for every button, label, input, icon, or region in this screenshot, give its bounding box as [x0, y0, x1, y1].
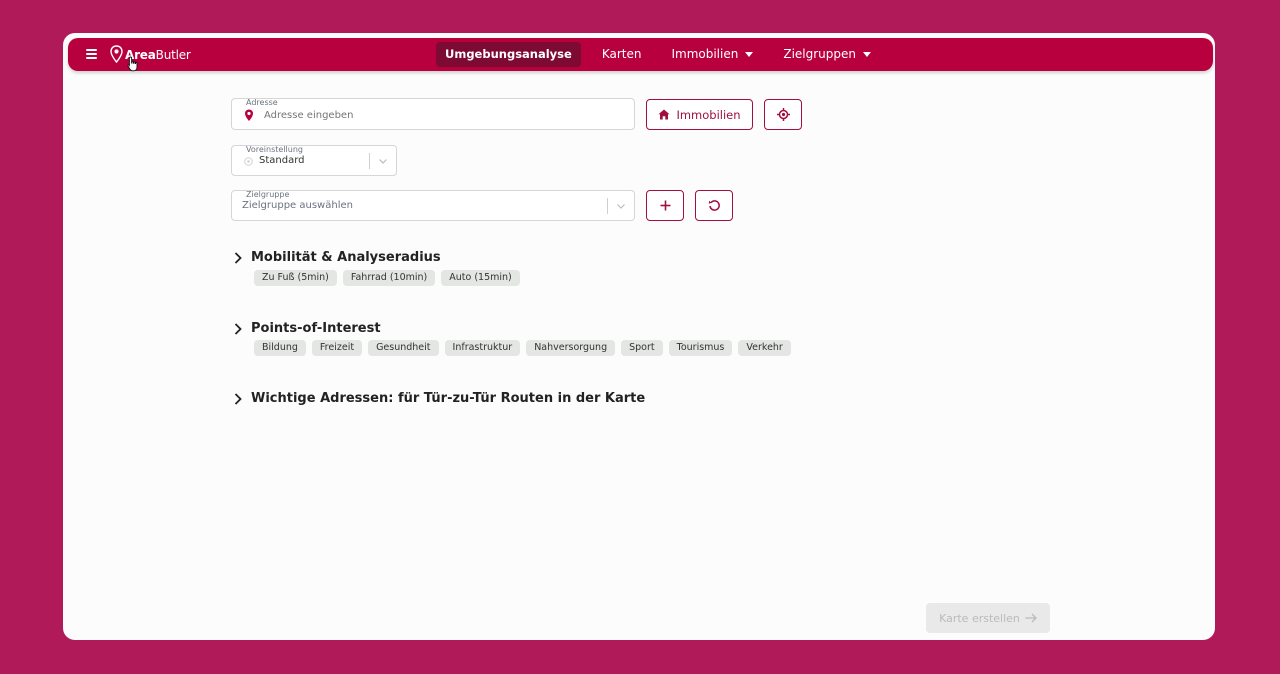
chevron-down-icon	[379, 159, 387, 164]
addresses-section-toggle[interactable]: Wichtige Adressen: für Tür-zu-Tür Routen…	[234, 391, 645, 406]
addresses-section-title: Wichtige Adressen: für Tür-zu-Tür Routen…	[251, 391, 646, 406]
chevron-right-icon	[234, 392, 242, 405]
menu-icon[interactable]	[86, 49, 97, 59]
chip-walk[interactable]: Zu Fuß (5min)	[254, 270, 337, 286]
chip-bildung[interactable]: Bildung	[254, 340, 306, 356]
chevron-right-icon	[234, 322, 242, 335]
select-separator	[369, 153, 370, 169]
target-group-placeholder: Zielgruppe auswählen	[242, 200, 353, 211]
chip-bike[interactable]: Fahrrad (10min)	[342, 270, 436, 286]
chip-gesundheit[interactable]: Gesundheit	[368, 340, 439, 356]
crosshair-icon	[776, 108, 790, 121]
chevron-down-icon	[617, 204, 625, 209]
nav-immobilien[interactable]: Immobilien	[662, 42, 762, 67]
reset-icon	[708, 200, 720, 211]
chip-verkehr[interactable]: Verkehr	[738, 340, 791, 356]
create-map-button[interactable]: Karte erstellen	[926, 603, 1050, 633]
chip-sport[interactable]: Sport	[621, 340, 663, 356]
chevron-right-icon	[234, 251, 242, 264]
house-icon	[658, 109, 670, 120]
address-input[interactable]	[264, 108, 624, 122]
immobilien-button[interactable]: Immobilien	[646, 99, 753, 130]
add-target-group-button[interactable]	[646, 190, 684, 221]
mobility-section-toggle[interactable]: Mobilität & Analyseradius	[234, 250, 441, 265]
poi-section-title: Points-of-Interest	[251, 321, 381, 336]
chip-freizeit[interactable]: Freizeit	[311, 340, 363, 356]
radio-dot-icon	[244, 157, 253, 166]
locate-button[interactable]	[764, 99, 802, 130]
caret-down-icon	[745, 52, 754, 57]
top-navbar: AreaButler Umgebungsanalyse Karten Immob…	[68, 38, 1213, 71]
caret-down-icon	[863, 52, 871, 57]
logo[interactable]: AreaButler	[110, 43, 191, 67]
chip-infrastruktur[interactable]: Infrastruktur	[444, 340, 521, 356]
target-group-label: Zielgruppe	[246, 190, 290, 199]
poi-section-toggle[interactable]: Points-of-Interest	[234, 321, 381, 336]
chip-nahversorgung[interactable]: Nahversorgung	[526, 340, 616, 356]
preset-value: Standard	[259, 155, 305, 166]
create-map-label: Karte erstellen	[939, 611, 1020, 625]
preset-select[interactable]: Voreinstellung Standard	[231, 145, 397, 176]
chip-car[interactable]: Auto (15min)	[441, 270, 520, 286]
location-pin-logo-icon	[110, 45, 123, 64]
mobility-section-title: Mobilität & Analyseradius	[251, 250, 441, 265]
plus-icon	[660, 200, 670, 211]
nav-zielgruppen[interactable]: Zielgruppen	[774, 42, 880, 67]
nav-umgebungsanalyse[interactable]: Umgebungsanalyse	[436, 42, 581, 67]
address-label: Adresse	[246, 98, 278, 107]
preset-label: Voreinstellung	[246, 145, 303, 154]
chip-tourismus[interactable]: Tourismus	[668, 340, 733, 356]
hand-cursor-icon	[127, 56, 138, 72]
address-field[interactable]: Adresse	[231, 98, 635, 130]
arrow-right-icon	[1025, 613, 1037, 623]
main-card: AreaButler Umgebungsanalyse Karten Immob…	[63, 33, 1215, 640]
select-separator	[607, 198, 608, 214]
immobilien-button-label: Immobilien	[676, 107, 741, 122]
target-group-select[interactable]: Zielgruppe Zielgruppe auswählen	[231, 190, 635, 221]
location-pin-icon	[245, 109, 253, 121]
nav-karten[interactable]: Karten	[593, 42, 651, 67]
reset-button[interactable]	[695, 190, 733, 221]
